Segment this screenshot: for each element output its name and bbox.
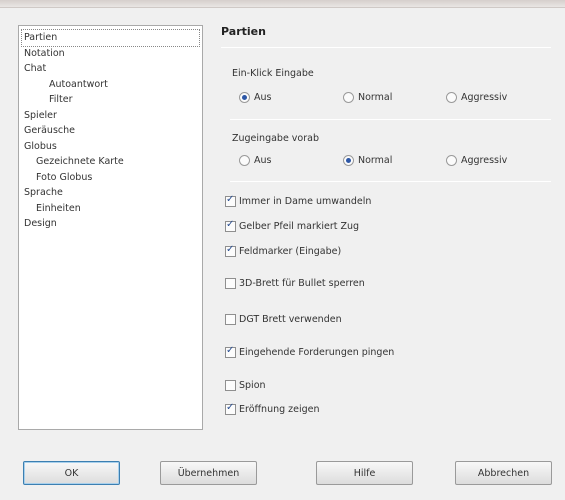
cancel-button[interactable]: Abbrechen xyxy=(455,461,552,485)
premove-group-label: Zugeingabe vorab xyxy=(232,133,320,144)
show-opening-checkbox[interactable]: Eröffnung zeigen xyxy=(225,402,320,415)
dgt-board-checkbox[interactable]: DGT Brett verwenden xyxy=(225,314,342,325)
settings-panel: Partien Ein-Klick Eingabe Aus Normal Agg… xyxy=(221,25,554,430)
help-button[interactable]: Hilfe xyxy=(316,461,413,485)
group-divider xyxy=(230,119,551,120)
radio-empty-icon xyxy=(446,92,457,103)
checkbox-checked-icon xyxy=(225,219,236,232)
ok-button[interactable]: OK xyxy=(23,461,120,485)
one-click-group-label: Ein-Klick Eingabe xyxy=(232,68,314,79)
one-click-radio-group: Aus Normal Aggressiv xyxy=(221,92,554,108)
one-click-aus-radio[interactable]: Aus xyxy=(239,92,271,103)
spion-checkbox[interactable]: Spion xyxy=(225,380,266,391)
checkbox-empty-icon xyxy=(225,314,236,325)
settings-category-tree[interactable]: Partien Notation Chat Autoantwort Filter… xyxy=(18,25,203,430)
tree-item-chat[interactable]: Chat xyxy=(22,61,199,77)
tree-item-foto-globus[interactable]: Foto Globus xyxy=(22,170,199,186)
premove-aggressiv-radio[interactable]: Aggressiv xyxy=(446,155,507,166)
square-marker-checkbox[interactable]: Feldmarker (Eingabe) xyxy=(225,244,342,257)
checkbox-checked-icon xyxy=(225,244,236,257)
tree-item-partien[interactable]: Partien xyxy=(21,29,200,47)
radio-label: Aus xyxy=(254,155,272,166)
panel-title: Partien xyxy=(221,25,266,38)
group-divider xyxy=(230,181,551,182)
radio-empty-icon xyxy=(343,92,354,103)
apply-button[interactable]: Übernehmen xyxy=(160,461,257,485)
checkbox-checked-icon xyxy=(225,402,236,415)
radio-selected-icon xyxy=(239,92,250,103)
radio-empty-icon xyxy=(239,155,250,166)
one-click-aggressiv-radio[interactable]: Aggressiv xyxy=(446,92,507,103)
checkbox-label: Immer in Dame umwandeln xyxy=(239,196,372,207)
checkbox-label: Spion xyxy=(239,380,266,391)
checkbox-checked-icon xyxy=(225,194,236,207)
ping-challenges-checkbox[interactable]: Eingehende Forderungen pingen xyxy=(225,345,395,358)
checkbox-label: Gelber Pfeil markiert Zug xyxy=(239,221,360,232)
premove-radio-group: Aus Normal Aggressiv xyxy=(221,155,554,171)
tree-item-design[interactable]: Design xyxy=(22,216,199,232)
radio-label: Normal xyxy=(358,155,393,166)
tree-item-sprache[interactable]: Sprache xyxy=(22,185,199,201)
tree-item-globus[interactable]: Globus xyxy=(22,139,199,155)
radio-label: Aggressiv xyxy=(461,155,508,166)
radio-selected-icon xyxy=(343,155,354,166)
radio-label: Normal xyxy=(358,92,393,103)
tree-item-notation[interactable]: Notation xyxy=(22,46,199,62)
tree-item-geraeusche[interactable]: Geräusche xyxy=(22,123,199,139)
premove-normal-radio[interactable]: Normal xyxy=(343,155,392,166)
tree-item-gezeichnete-karte[interactable]: Gezeichnete Karte xyxy=(22,154,199,170)
one-click-normal-radio[interactable]: Normal xyxy=(343,92,392,103)
radio-label: Aggressiv xyxy=(461,92,508,103)
checkbox-empty-icon xyxy=(225,278,236,289)
checkbox-label: 3D-Brett für Bullet sperren xyxy=(239,278,365,289)
premove-aus-radio[interactable]: Aus xyxy=(239,155,271,166)
radio-empty-icon xyxy=(446,155,457,166)
lock-3d-board-checkbox[interactable]: 3D-Brett für Bullet sperren xyxy=(225,278,365,289)
checkbox-label: Eröffnung zeigen xyxy=(239,404,320,415)
title-divider xyxy=(221,47,551,48)
tree-item-autoantwort[interactable]: Autoantwort xyxy=(22,77,199,93)
tree-item-einheiten[interactable]: Einheiten xyxy=(22,201,199,217)
checkbox-label: Eingehende Forderungen pingen xyxy=(239,347,395,358)
tree-item-spieler[interactable]: Spieler xyxy=(22,108,199,124)
radio-label: Aus xyxy=(254,92,272,103)
window-title-bar xyxy=(0,0,565,8)
promote-queen-checkbox[interactable]: Immer in Dame umwandeln xyxy=(225,194,372,207)
checkbox-label: DGT Brett verwenden xyxy=(239,314,342,325)
tree-item-filter[interactable]: Filter xyxy=(22,92,199,108)
checkbox-empty-icon xyxy=(225,380,236,391)
checkbox-label: Feldmarker (Eingabe) xyxy=(239,246,342,257)
checkbox-checked-icon xyxy=(225,345,236,358)
yellow-arrow-checkbox[interactable]: Gelber Pfeil markiert Zug xyxy=(225,219,360,232)
